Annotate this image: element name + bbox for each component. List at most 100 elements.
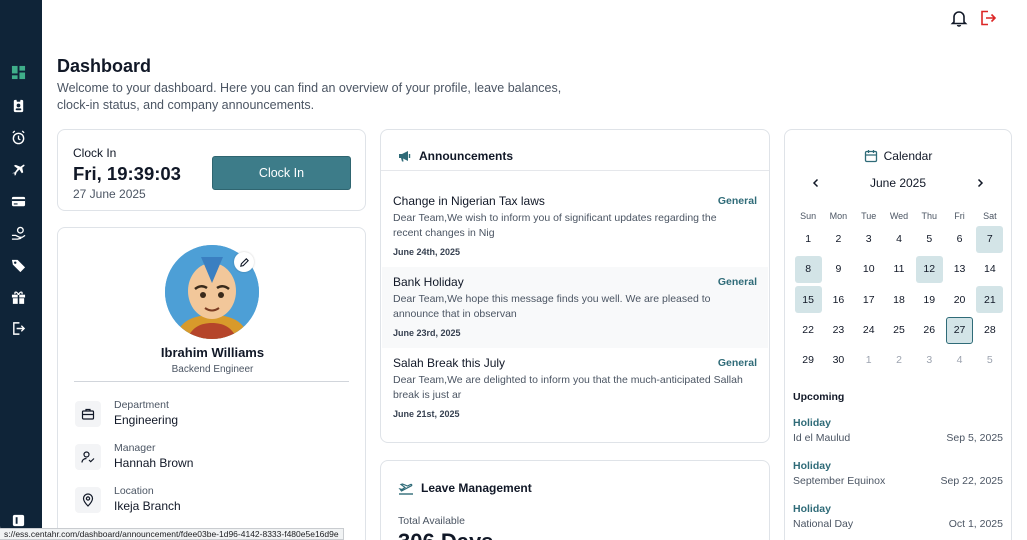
- next-month-button[interactable]: [972, 175, 988, 191]
- calendar-day[interactable]: 26: [916, 317, 943, 344]
- day-cell: 27: [944, 315, 974, 345]
- map-pin-icon: [75, 487, 101, 513]
- week-row: 1234567: [793, 224, 1005, 254]
- alarm-clock-icon[interactable]: [10, 129, 26, 145]
- calendar-day[interactable]: 12: [915, 255, 943, 283]
- calendar-day[interactable]: 11: [885, 256, 912, 283]
- calendar-day[interactable]: 6: [946, 226, 973, 253]
- calendar-day[interactable]: 17: [855, 286, 882, 313]
- leave-total-label: Total Available: [398, 515, 465, 527]
- day-cell: 10: [854, 254, 884, 284]
- announcements-title: Announcements: [419, 149, 514, 163]
- credit-card-icon[interactable]: [10, 193, 26, 209]
- day-cell: 1: [793, 224, 823, 254]
- weekday-label: Wed: [889, 211, 909, 221]
- leave-header: Leave Management: [398, 481, 532, 495]
- calendar-day[interactable]: 3: [916, 347, 943, 374]
- megaphone-icon: [399, 151, 411, 162]
- weekday-label: Sat: [983, 211, 997, 221]
- day-cell: 25: [884, 315, 914, 345]
- week-row: 8 9 10 11 12 13 14: [793, 254, 1005, 284]
- day-cell: 15: [793, 285, 823, 315]
- panel-toggle-icon[interactable]: [10, 512, 26, 528]
- weekday-label: Mon: [829, 211, 848, 221]
- calendar-day[interactable]: 20: [946, 286, 973, 313]
- calendar-day[interactable]: 30: [825, 347, 852, 374]
- profile-name: Ibrahim Williams: [160, 345, 265, 360]
- upcoming-item: Holiday National Day Oct 1, 2025: [793, 503, 1003, 533]
- divider: [74, 381, 349, 382]
- calendar-day[interactable]: 19: [916, 286, 943, 313]
- calendar-day[interactable]: 2: [885, 347, 912, 374]
- upcoming-type: Holiday: [793, 503, 831, 515]
- day-cell: 5: [975, 345, 1005, 375]
- calendar-day[interactable]: 9: [825, 256, 852, 283]
- calendar-day[interactable]: 10: [855, 256, 882, 283]
- calendar-day[interactable]: 24: [855, 317, 882, 344]
- hand-coins-icon[interactable]: [10, 225, 26, 241]
- calendar-day[interactable]: 4: [885, 226, 912, 253]
- calendar-day[interactable]: 5: [976, 347, 1003, 374]
- info-value: Ikeja Branch: [114, 499, 181, 513]
- calendar-day[interactable]: 1: [855, 347, 882, 374]
- calendar-day[interactable]: 3: [855, 226, 882, 253]
- upcoming-title: Upcoming: [793, 391, 845, 403]
- calendar-day[interactable]: 22: [795, 317, 822, 344]
- info-label: Department: [114, 399, 169, 411]
- day-cell: 23: [823, 315, 853, 345]
- calendar-day[interactable]: 14: [976, 256, 1003, 283]
- announcement-date: June 23rd, 2025: [393, 328, 461, 338]
- calendar-day[interactable]: 1: [795, 226, 822, 253]
- chevron-right-icon: [977, 178, 984, 188]
- day-cell: 4: [884, 224, 914, 254]
- calendar-day[interactable]: 7: [976, 225, 1004, 253]
- gift-icon[interactable]: [10, 289, 26, 305]
- day-cell: 3: [854, 224, 884, 254]
- weekday-label: Fri: [954, 211, 965, 221]
- logout-icon[interactable]: [979, 9, 997, 27]
- announcement-item[interactable]: Bank Holiday General Dear Team,We hope t…: [382, 267, 768, 348]
- calendar-day-today[interactable]: 27: [946, 316, 974, 344]
- leave-management-card: Leave Management Total Available 306 Day…: [380, 460, 770, 540]
- calendar-day[interactable]: 16: [825, 286, 852, 313]
- dashboard-grid-icon[interactable]: [10, 64, 26, 80]
- calendar-day[interactable]: 25: [885, 317, 912, 344]
- edit-avatar-button[interactable]: [234, 252, 254, 272]
- announcement-tag: General: [717, 357, 757, 369]
- announcement-date: June 24th, 2025: [393, 247, 461, 257]
- leave-total-value: 306 Days: [398, 529, 493, 540]
- day-cell: 16: [823, 285, 853, 315]
- announcement-item[interactable]: Change in Nigerian Tax laws General Dear…: [382, 186, 768, 267]
- calendar-day[interactable]: 4: [946, 347, 973, 374]
- clock-in-card: Clock In Fri, 19:39:03 27 June 2025 Cloc…: [57, 129, 366, 211]
- announcements-card: Announcements Change in Nigerian Tax law…: [380, 129, 770, 443]
- calendar-day[interactable]: 15: [794, 286, 822, 314]
- calendar-day[interactable]: 29: [795, 347, 822, 374]
- calendar-day[interactable]: 28: [976, 317, 1003, 344]
- announcement-date: June 21st, 2025: [393, 409, 460, 419]
- calendar-day[interactable]: 21: [976, 286, 1004, 314]
- tags-icon[interactable]: [10, 257, 26, 273]
- calendar-day[interactable]: 8: [794, 255, 822, 283]
- upcoming-item: Holiday September Equinox Sep 22, 2025: [793, 460, 1003, 490]
- bell-icon[interactable]: [950, 9, 968, 27]
- calendar-title: Calendar: [883, 149, 933, 163]
- clock-in-button[interactable]: Clock In: [212, 156, 351, 190]
- plane-icon[interactable]: [10, 161, 26, 177]
- calendar-day[interactable]: 2: [825, 226, 852, 253]
- id-badge-icon[interactable]: [10, 97, 26, 113]
- day-cell: 12: [914, 254, 944, 284]
- day-cell: 20: [944, 285, 974, 315]
- announcements-header: Announcements: [398, 149, 513, 163]
- calendar-day[interactable]: 13: [946, 256, 973, 283]
- weekday-label: Tue: [861, 211, 877, 221]
- calendar-day[interactable]: 18: [885, 286, 912, 313]
- logout-icon[interactable]: [10, 320, 26, 336]
- week-row: 22 23 24 25 26 27 28: [793, 315, 1005, 345]
- upcoming-type: Holiday: [793, 417, 831, 429]
- calendar-day[interactable]: 23: [825, 317, 852, 344]
- weekday-label: Thu: [921, 211, 938, 221]
- clock-time: Fri, 19:39:03: [73, 163, 181, 184]
- announcement-item[interactable]: Salah Break this July General Dear Team,…: [382, 348, 768, 429]
- calendar-day[interactable]: 5: [916, 226, 943, 253]
